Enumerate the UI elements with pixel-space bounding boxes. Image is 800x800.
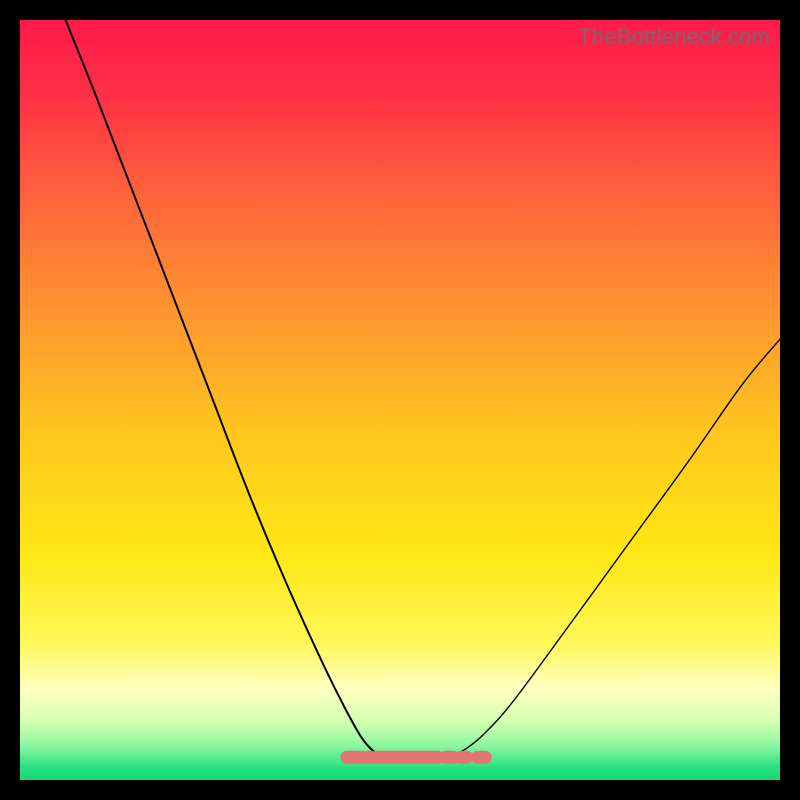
curve-left-curve xyxy=(66,20,381,755)
chart-curves xyxy=(20,20,780,780)
curve-right-curve xyxy=(453,339,780,755)
plot-area: TheBottleneck.com xyxy=(20,20,780,780)
chart-frame: TheBottleneck.com xyxy=(20,20,780,780)
